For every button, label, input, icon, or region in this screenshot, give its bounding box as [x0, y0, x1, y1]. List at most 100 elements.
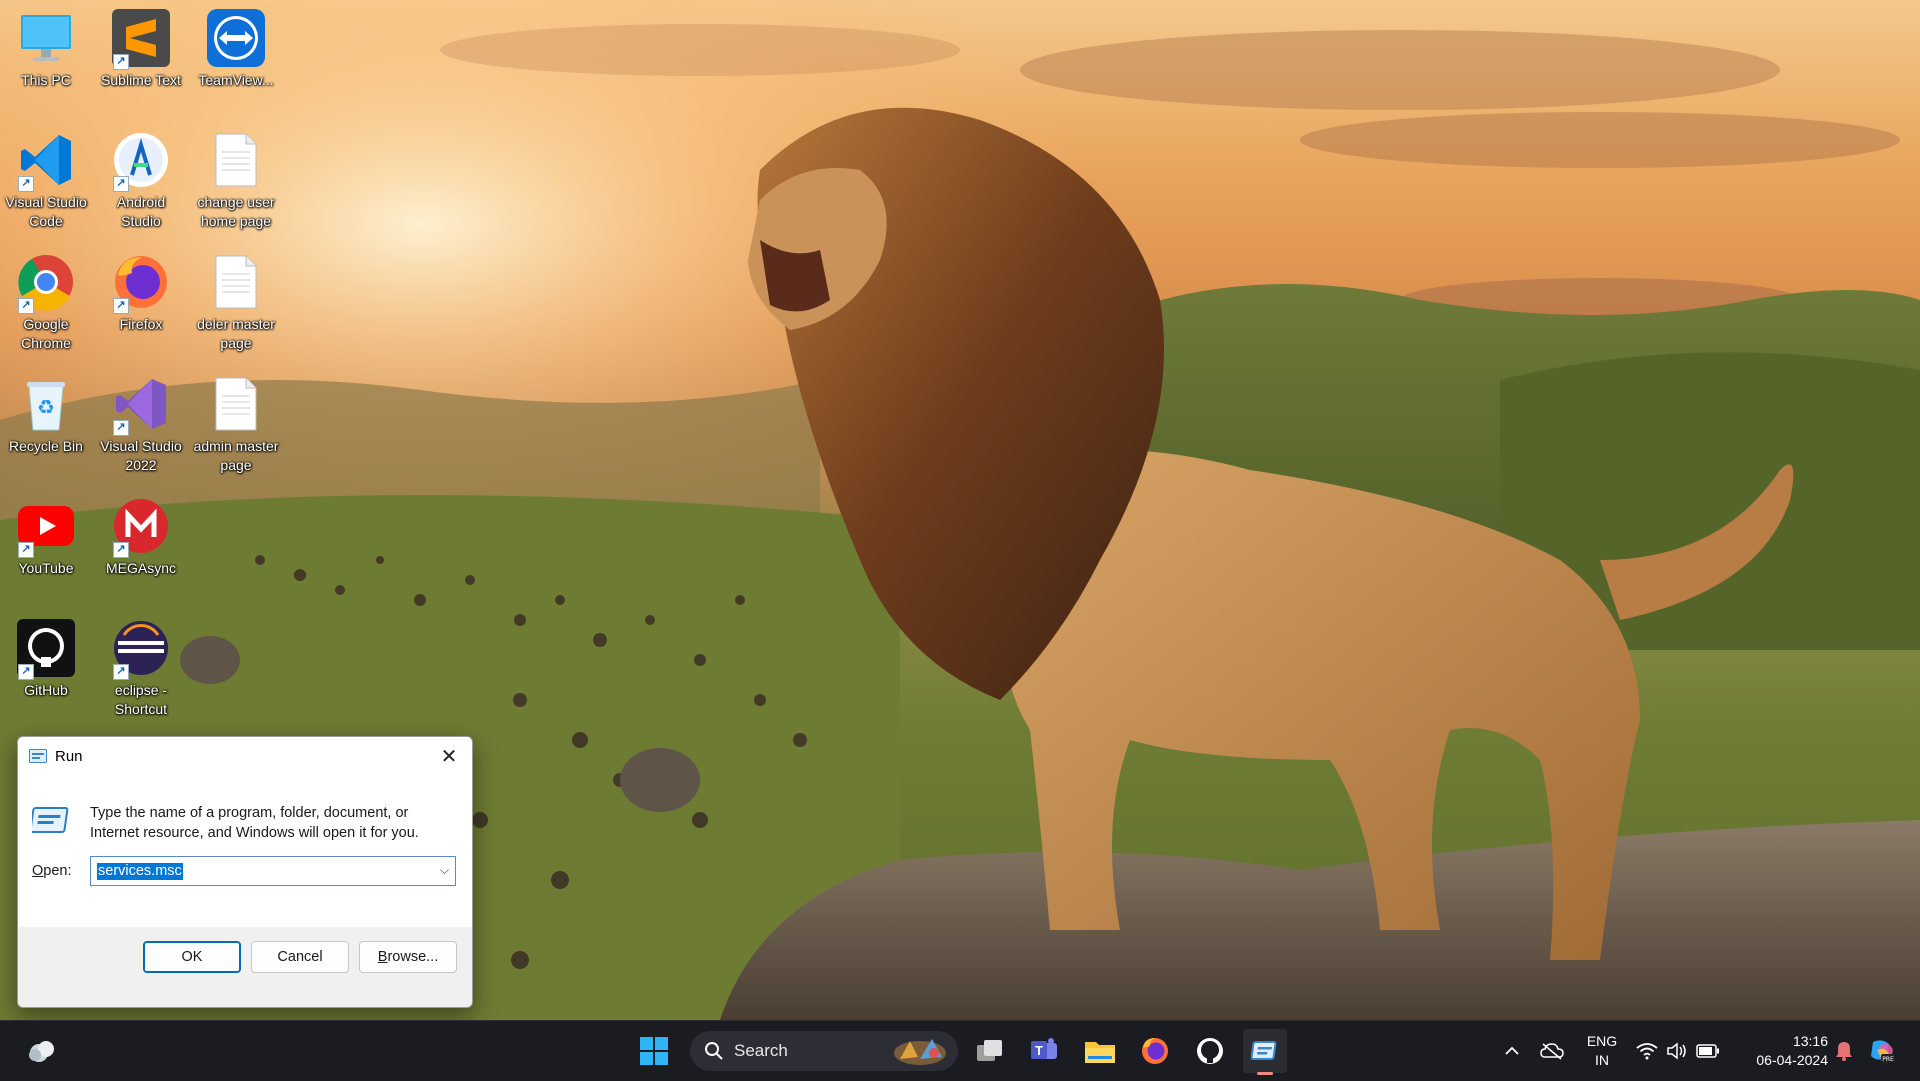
desktop-icon-recycle-bin[interactable]: ♻ Recycle Bin [0, 374, 92, 456]
desktop-icon-megasync[interactable]: ↗ MEGAsync [95, 496, 187, 578]
chevron-up-icon [1505, 1046, 1519, 1055]
document-icon [206, 130, 266, 190]
desktop-icon-label: Android Studio [116, 194, 166, 229]
file-explorer-button[interactable] [1078, 1029, 1122, 1073]
copilot-icon: PRE [1871, 1040, 1895, 1063]
monitor-icon [16, 8, 76, 68]
svg-text:T: T [1035, 1043, 1043, 1058]
teams-button[interactable]: T [1022, 1029, 1066, 1073]
desktop-icon-vscode[interactable]: ↗ Visual Studio Code [0, 130, 92, 231]
cancel-button[interactable]: Cancel [251, 941, 349, 973]
vscode-icon: ↗ [16, 130, 76, 192]
run-dialog-titlebar[interactable]: Run ✕ [18, 737, 472, 775]
teamviewer-icon [206, 8, 266, 68]
svg-text:PRE: PRE [1882, 1056, 1894, 1063]
chrome-icon: ↗ [16, 252, 76, 314]
desktop-icon-change-user-home-page[interactable]: change user home page [190, 130, 282, 231]
github-taskbar-button[interactable] [1188, 1029, 1232, 1073]
recycle-bin-icon: ♻ [16, 374, 76, 434]
shortcut-arrow-icon: ↗ [113, 420, 129, 436]
onedrive-off-icon [1540, 1043, 1564, 1060]
taskbar: Search T ENG IN 13:16 06-04-2024 PRE [0, 1020, 1920, 1081]
shortcut-arrow-icon: ↗ [113, 542, 129, 558]
run-dialog: Run ✕ Type the name of a program, folder… [17, 736, 473, 1008]
run-dialog-footer: OK Cancel Browse... [18, 927, 472, 1007]
run-dialog-title: Run [55, 747, 83, 765]
input-language-indicator[interactable]: ENG IN [1580, 1032, 1624, 1070]
desktop-icon-deler-master-page[interactable]: deler master page [190, 252, 282, 353]
visual-studio-icon: ↗ [111, 374, 171, 436]
notifications-button[interactable] [1828, 1029, 1860, 1073]
desktop-icon-eclipse[interactable]: ↗ eclipse - Shortcut [95, 618, 187, 719]
run-icon [1251, 1041, 1277, 1060]
run-dialog-body: Type the name of a program, folder, docu… [18, 775, 472, 927]
android-studio-icon: ↗ [111, 130, 171, 192]
desktop-icon-label: Recycle Bin [9, 438, 83, 454]
search-highlight-icon [894, 1039, 946, 1065]
run-icon [32, 807, 69, 833]
teams-icon: T [1031, 1038, 1057, 1059]
close-icon: ✕ [440, 745, 458, 768]
show-hidden-icons-button[interactable] [1490, 1029, 1534, 1073]
quick-settings-button[interactable] [1628, 1029, 1728, 1073]
widgets-button[interactable] [20, 1029, 64, 1073]
shortcut-arrow-icon: ↗ [113, 176, 129, 192]
volume-icon [1667, 1042, 1686, 1060]
taskbar-search[interactable]: Search [690, 1031, 958, 1071]
desktop-icon-github[interactable]: ↗ GitHub [0, 618, 92, 700]
run-dialog-description: Type the name of a program, folder, docu… [90, 805, 419, 841]
eclipse-icon: ↗ [111, 618, 171, 680]
ok-button[interactable]: OK [143, 941, 241, 973]
firefox-taskbar-button[interactable] [1133, 1029, 1177, 1073]
task-view-button[interactable] [968, 1029, 1012, 1073]
svg-text:♻: ♻ [37, 395, 55, 419]
desktop-icon-label: Google Chrome [21, 316, 71, 351]
document-icon [206, 252, 266, 312]
desktop-icon-youtube[interactable]: ↗ YouTube [0, 496, 92, 578]
search-icon [705, 1042, 723, 1060]
desktop-icon-label: Sublime Text [101, 72, 181, 88]
desktop-icon-sublime-text[interactable]: ↗ Sublime Text [95, 8, 187, 90]
file-explorer-icon [1085, 1042, 1115, 1063]
task-view-icon [977, 1040, 1002, 1061]
desktop-icon-label: GitHub [24, 682, 68, 698]
bell-icon [1836, 1042, 1852, 1061]
desktop-icon-visual-studio[interactable]: ↗ Visual Studio 2022 [95, 374, 187, 475]
sublime-text-icon: ↗ [111, 8, 171, 70]
wifi-icon [1636, 1043, 1658, 1060]
widgets-icon [29, 1041, 54, 1062]
github-icon: ↗ [16, 618, 76, 680]
clock[interactable]: 13:16 06-04-2024 [1732, 1032, 1828, 1070]
desktop-icon-teamviewer[interactable]: TeamView... [190, 8, 282, 90]
chevron-down-icon[interactable]: ⌵ [440, 863, 449, 878]
start-button[interactable] [632, 1029, 676, 1073]
desktop-icon-android-studio[interactable]: ↗ Android Studio [95, 130, 187, 231]
shortcut-arrow-icon: ↗ [18, 664, 34, 680]
open-input[interactable]: services.msc [97, 863, 183, 880]
desktop-icon-label: eclipse - Shortcut [114, 682, 168, 717]
clock-time: 13:16 [1792, 1033, 1828, 1049]
onedrive-button[interactable] [1530, 1029, 1574, 1073]
open-label-text: pen: [43, 863, 72, 879]
close-button[interactable]: ✕ [426, 737, 472, 775]
firefox-icon: ↗ [111, 252, 171, 314]
search-placeholder: Search [734, 1041, 788, 1060]
document-icon [206, 374, 266, 434]
megasync-icon: ↗ [111, 496, 171, 558]
copilot-button[interactable]: PRE [1860, 1029, 1904, 1073]
desktop-icon-label: Visual Studio Code [5, 194, 87, 229]
desktop-icon-firefox[interactable]: ↗ Firefox [95, 252, 187, 334]
desktop-icon-label: YouTube [18, 560, 74, 576]
open-combobox[interactable]: services.msc ⌵ [90, 856, 456, 886]
desktop-icon-google-chrome[interactable]: ↗ Google Chrome [0, 252, 92, 353]
desktop-icon-admin-master-page[interactable]: admin master page [190, 374, 282, 475]
shortcut-arrow-icon: ↗ [18, 542, 34, 558]
run-taskbar-button[interactable] [1243, 1029, 1287, 1075]
desktop-icon-label: MEGAsync [105, 560, 176, 576]
open-label: Open: [32, 863, 72, 879]
run-icon [29, 749, 47, 763]
browse-label-text: rowse... [387, 949, 439, 965]
desktop-icon-this-pc[interactable]: This PC [0, 8, 92, 90]
browse-button[interactable]: Browse... [359, 941, 457, 973]
shortcut-arrow-icon: ↗ [113, 298, 129, 314]
